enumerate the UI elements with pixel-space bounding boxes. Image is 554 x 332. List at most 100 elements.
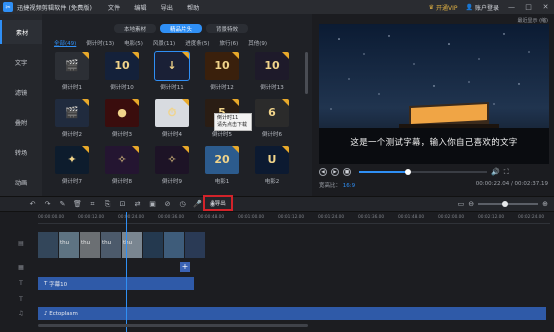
prev-frame-icon[interactable]: ◀ [319,168,327,176]
template-thumbnail[interactable]: 10 [205,52,239,80]
tab-background-effects[interactable]: 背景特效 [206,24,248,33]
grid-scrollbar[interactable] [305,52,308,94]
redo-icon[interactable]: ↷ [43,200,52,209]
template-thumbnail[interactable]: 🎬 [55,52,89,80]
template-thumbnail[interactable]: ✦ [55,146,89,174]
template-thumbnail[interactable]: ↓ [154,51,190,81]
filter-progress-bar[interactable]: 进度条(5) [185,39,209,47]
subtitle-clip[interactable]: T 字幕10 [38,277,194,290]
music-note-icon[interactable]: ♫ [18,310,23,317]
freeze-icon[interactable]: ⊘ [163,200,172,209]
filter-icon[interactable]: ▣ [148,200,157,209]
close-button[interactable]: ✕ [541,3,550,11]
zoom-knob[interactable] [502,201,509,207]
fullscreen-icon[interactable]: ⛶ [504,168,509,177]
template-thumbnail[interactable]: 6 [255,99,289,127]
menu-edit[interactable]: 编辑 [134,3,146,12]
add-clip-button[interactable]: + [180,262,190,272]
maximize-button[interactable]: □ [524,3,533,11]
zoom-out-icon[interactable]: ⊖ [468,200,474,208]
speed-icon[interactable]: ⊡ [118,200,127,209]
volume-icon[interactable]: 🔊 [491,168,500,176]
video-clip[interactable]: thu [59,232,80,258]
menu-export[interactable]: 导出 [161,3,173,12]
video-clip[interactable] [185,232,206,258]
edit-icon[interactable]: ✎ [58,200,67,209]
template-item[interactable]: 20 电影1 [202,146,242,185]
filter-other[interactable]: 其他(9) [248,39,267,47]
template-thumbnail[interactable]: 10 [255,52,289,80]
video-clip[interactable]: thu [80,232,101,258]
microphone-icon[interactable]: 🎤 [193,200,202,209]
sidebar-item-animation[interactable]: 动画 [0,170,42,194]
menu-help[interactable]: 帮助 [187,3,199,12]
filter-movie[interactable]: 电影(5) [124,39,143,47]
menu-file[interactable]: 文件 [108,3,120,12]
vip-button[interactable]: ♛ 开通VIP [429,3,458,12]
duration-icon[interactable]: ◷ [178,200,187,209]
video-clip[interactable] [143,232,164,258]
video-clip[interactable]: thu [101,232,122,258]
timeline-scrollbar[interactable] [38,324,308,327]
template-item[interactable]: 6 倒计时6 [252,99,292,138]
template-item[interactable]: ↓ 倒计时11 [152,51,192,91]
text-track-icon[interactable]: T [19,280,23,287]
template-thumbnail[interactable]: ⏱ [155,99,189,127]
crop-icon[interactable]: ⌗ [88,200,97,209]
template-item[interactable]: 10 倒计时13 [252,52,292,91]
sidebar-item-text[interactable]: 文字 [0,50,42,74]
template-thumbnail[interactable]: ✧ [105,146,139,174]
video-clip[interactable] [38,232,59,258]
zoom-in-icon[interactable]: ⊕ [542,200,548,208]
aspect-ratio-info[interactable]: 宽高比： 16:9 [319,181,355,189]
filter-scenery[interactable]: 风景(11) [153,39,175,47]
filter-travel[interactable]: 旅行(6) [219,39,238,47]
overlay-track-icon[interactable]: ▦ [18,264,24,271]
template-thumbnail[interactable]: 20 [205,146,239,174]
filter-countdown[interactable]: 倒计时(13) [86,39,114,47]
reverse-icon[interactable]: ⇄ [133,200,142,209]
progress-knob[interactable] [404,169,411,175]
template-thumbnail[interactable]: ✧ [155,146,189,174]
tab-intro[interactable]: 精品片头 [160,24,202,33]
zoom-slider[interactable] [478,201,539,207]
delete-icon[interactable]: 🗑 [73,200,82,209]
template-item[interactable]: 🎬 倒计时2 [52,99,92,138]
login-button[interactable]: 👤 账户登录 [466,3,500,12]
playback-progress[interactable] [359,169,487,175]
template-item[interactable]: 10 倒计时12 [202,52,242,91]
track-visibility-icon[interactable]: ▤ [18,240,24,247]
undo-icon[interactable]: ↶ [28,200,37,209]
sidebar-item-transition[interactable]: 转场 [0,140,42,164]
template-item[interactable]: 10 倒计时10 [102,52,142,91]
music-clip[interactable]: ♪ Ectoplasm [38,307,546,320]
template-item[interactable]: U 电影2 [252,146,292,185]
sidebar-item-material[interactable]: 素材 [0,20,42,44]
tab-local-material[interactable]: 本地素材 [114,24,156,33]
template-item[interactable]: ● 倒计时3 [102,99,142,138]
subtitle-track-icon[interactable]: T [19,296,23,303]
template-item[interactable]: ⏱ 倒计时4 [152,99,192,138]
sidebar-item-filter[interactable]: 滤镜 [0,80,42,104]
time-ruler[interactable]: 00:00:00.00 00:00:12.00 00:00:24.00 00:00:3… [38,212,550,224]
template-thumbnail[interactable]: U [255,146,289,174]
template-item[interactable]: ✧ 倒计时9 [152,146,192,185]
play-icon[interactable]: ▶ [331,168,339,176]
video-preview[interactable]: 这是一个测试字幕，输入你自己喜欢的文字 [319,24,549,164]
template-item[interactable]: ✦ 倒计时7 [52,146,92,185]
video-clip[interactable] [164,232,185,258]
stop-icon[interactable]: ■ [343,168,351,176]
minimize-button[interactable]: — [507,3,516,11]
template-thumbnail[interactable]: ● [105,99,139,127]
template-thumbnail[interactable]: 🎬 [55,99,89,127]
sidebar-item-overlay[interactable]: 叠附 [0,110,42,134]
template-thumbnail[interactable]: 10 [105,52,139,80]
playhead[interactable] [126,212,127,332]
template-item[interactable]: ✧ 倒计时8 [102,146,142,185]
filter-all[interactable]: 全部(49) [54,39,76,47]
display-mode-label[interactable]: 最近显示 (缩) [518,17,549,24]
export-button[interactable]: ⇪ 导出 [203,195,233,211]
split-icon[interactable]: ⎘ [103,200,112,209]
fit-icon[interactable]: ▭ [458,200,465,208]
template-item[interactable]: 🎬 倒计时1 [52,52,92,91]
